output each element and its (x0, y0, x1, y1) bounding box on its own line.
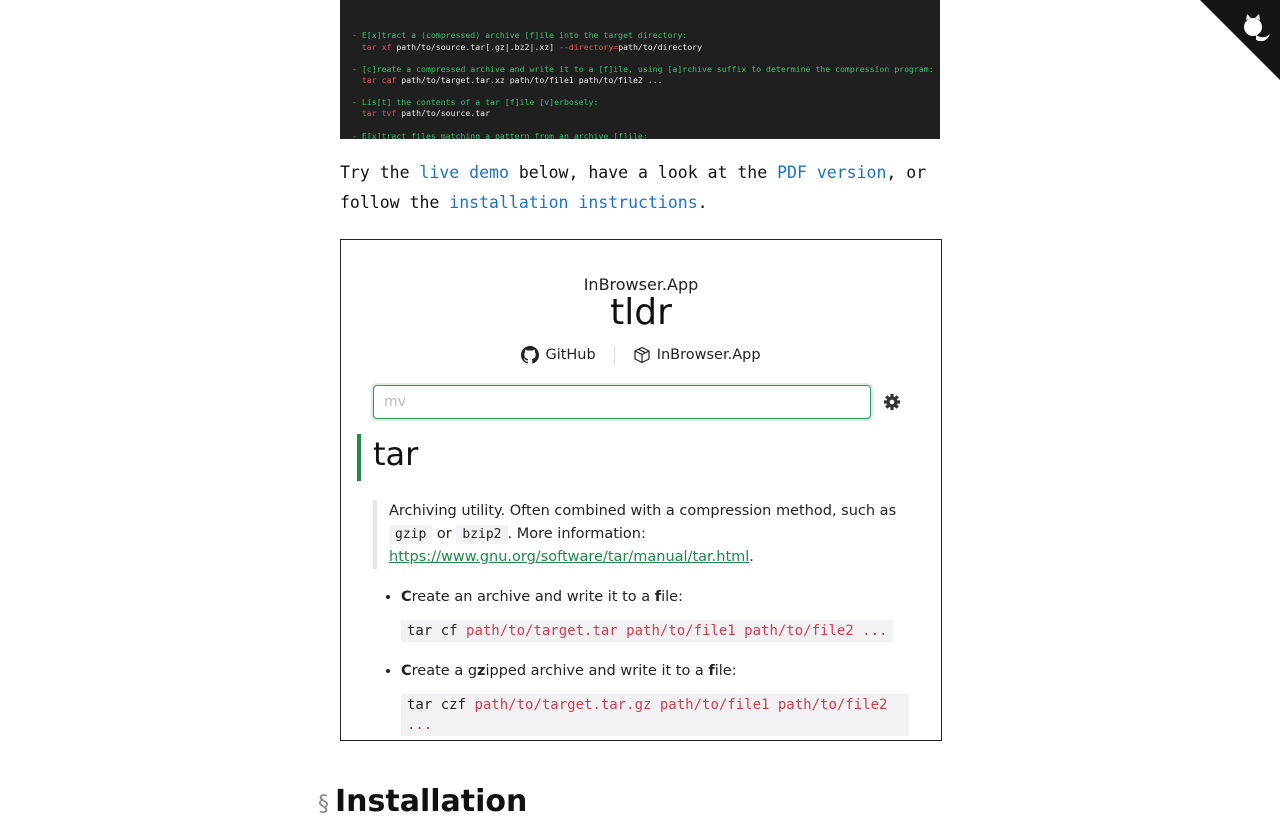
app-title: tldr (610, 292, 672, 333)
terminal-line-command: tar caf path/to/target.tar.xz path/to/fi… (361, 75, 663, 86)
installation-instructions-link[interactable]: installation instructions (449, 193, 697, 212)
installation-heading-text: Installation (335, 784, 528, 819)
terminal-line-desc: - [c]reate a compressed archive and writ… (352, 63, 934, 74)
anchor-icon[interactable]: § (318, 792, 329, 817)
inbrowser-link-label: InBrowser.App (656, 347, 761, 363)
example-item: Create a gzipped archive and write it to… (401, 658, 929, 740)
more-info-link[interactable]: https://www.gnu.org/software/tar/manual/… (389, 549, 749, 565)
example-code[interactable]: tar czf path/to/target.tar.gz path/to/fi… (401, 694, 909, 736)
description-text: . (749, 549, 754, 565)
terminal-line-desc: - E[x]tract a (compressed) archive [f]il… (352, 30, 688, 41)
live-demo-link[interactable]: live demo (419, 163, 508, 182)
inbrowser-link[interactable]: InBrowser.App (633, 346, 761, 364)
examples-list: Create an archive and write it to a file… (383, 584, 929, 740)
github-link-label: GitHub (545, 347, 596, 363)
github-link[interactable]: GitHub (521, 346, 596, 364)
github-corner-icon[interactable] (1200, 0, 1280, 80)
pdf-version-link[interactable]: PDF version (777, 163, 886, 182)
intro-paragraph: Try the live demo below, have a look at … (340, 158, 940, 218)
command-description: Archiving utility. Often combined with a… (373, 500, 909, 569)
example-description: Create an archive and write it to a file… (401, 589, 683, 605)
description-text: or (432, 526, 457, 542)
description-text: Archiving utility. Often combined with a… (389, 503, 897, 519)
example-item: Create an archive and write it to a file… (401, 584, 929, 658)
intro-text: Try the (340, 163, 420, 182)
terminal-output: - E[x]tract a (compressed) archive [f]il… (340, 0, 940, 139)
gear-icon[interactable] (883, 393, 901, 411)
live-demo-frame: InBrowser.App tldr GitHub InBrowser.App (340, 239, 942, 741)
terminal-line-command: tar xf path/to/source.tar[.gz|.bz2|.xz] … (361, 41, 703, 52)
header-links: GitHub InBrowser.App (341, 346, 941, 364)
code-bzip2: bzip2 (456, 525, 508, 544)
intro-text: below, have a look at the (508, 163, 778, 182)
example-description: Create a gzipped archive and write it to… (401, 663, 737, 679)
command-title: tar (373, 435, 419, 473)
search-input[interactable] (373, 385, 871, 419)
intro-text: . (697, 193, 708, 212)
links-divider (613, 346, 615, 364)
terminal-line-desc: - Lis[t] the contents of a tar [f]ile [v… (352, 97, 599, 108)
github-icon (521, 346, 540, 364)
command-accent-bar (357, 434, 361, 481)
box-icon (634, 346, 650, 364)
terminal-line-desc: - E[x]tract files matching a pattern fro… (352, 130, 648, 139)
installation-heading: § Installation (318, 784, 527, 823)
example-code[interactable]: tar cf path/to/target.tar path/to/file1 … (401, 620, 894, 642)
code-gzip: gzip (389, 525, 433, 544)
description-text: . More information: (507, 526, 646, 542)
terminal-line-command: tar tvf path/to/source.tar (361, 108, 491, 119)
